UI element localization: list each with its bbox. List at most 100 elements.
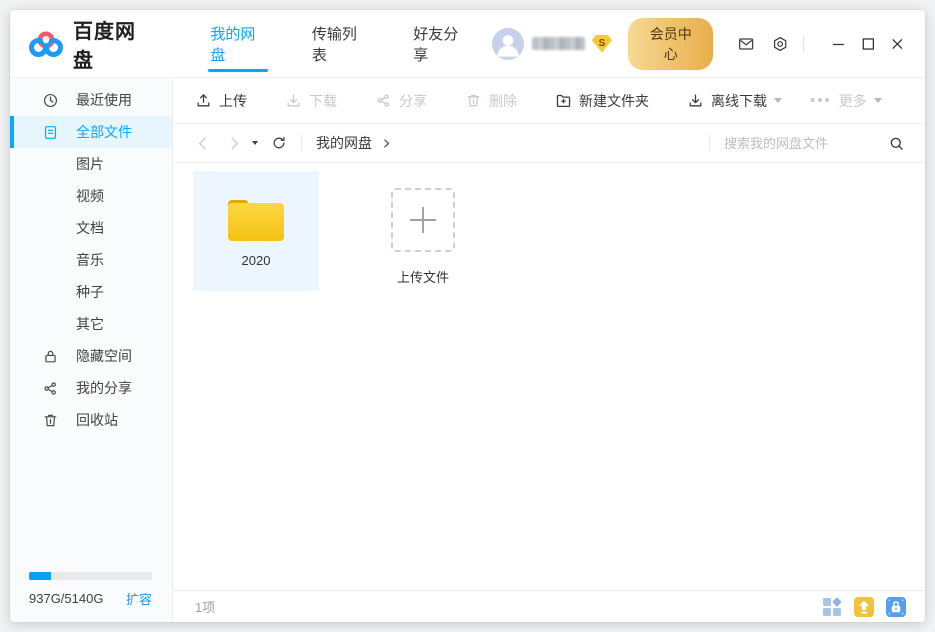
sidebar-item-label: 最近使用 <box>76 90 132 110</box>
trash-icon <box>465 92 482 109</box>
close-button[interactable] <box>890 36 905 52</box>
statusbar-icons <box>811 596 907 618</box>
search-input[interactable] <box>724 136 874 151</box>
tab-label: 传输列表 <box>312 23 367 65</box>
sidebar-item-hidden-space[interactable]: 隐藏空间 <box>10 340 172 372</box>
folder-name: 2020 <box>242 253 271 268</box>
lock-icon <box>42 348 59 365</box>
new-folder-icon <box>555 92 572 109</box>
download-button[interactable]: 下载 <box>285 91 337 111</box>
header-right: S 会员中心 <box>492 18 905 70</box>
toolbar-label: 下载 <box>309 91 337 111</box>
sidebar-item-label: 全部文件 <box>76 122 132 142</box>
sidebar-item-recent[interactable]: 最近使用 <box>10 84 172 116</box>
sidebar: 最近使用 全部文件 图片 视频 文档 音乐 种子 <box>10 78 173 622</box>
file-list-icon <box>42 124 59 141</box>
tab-friend-share[interactable]: 好友分享 <box>413 10 468 77</box>
breadcrumb-chevron-icon <box>381 138 392 149</box>
chevron-down-icon <box>774 98 782 103</box>
back-arrow-icon[interactable] <box>195 136 210 151</box>
upload-tile-label: 上传文件 <box>397 267 449 286</box>
storage-progress-fill <box>29 572 51 580</box>
more-button[interactable]: ••• 更多 <box>810 91 882 111</box>
toolbar-label: 新建文件夹 <box>579 91 649 111</box>
username-blurred <box>532 37 585 50</box>
sidebar-item-label: 视频 <box>76 186 104 206</box>
toolbar-label: 上传 <box>219 91 247 111</box>
header: 百度网盘 我的网盘 传输列表 好友分享 S <box>10 10 925 78</box>
svip-badge-letter: S <box>599 38 606 49</box>
sidebar-item-others[interactable]: 其它 <box>10 308 172 340</box>
plus-icon <box>407 204 439 236</box>
sidebar-item-label: 其它 <box>76 314 104 334</box>
sidebar-item-label: 文档 <box>76 218 104 238</box>
share-icon <box>42 380 59 397</box>
sidebar-item-label: 音乐 <box>76 250 104 270</box>
svip-badge-icon[interactable]: S <box>592 35 612 53</box>
delete-button[interactable]: 删除 <box>465 91 517 111</box>
expand-storage-link[interactable]: 扩容 <box>126 589 152 608</box>
sidebar-item-label: 隐藏空间 <box>76 346 132 366</box>
sidebar-item-videos[interactable]: 视频 <box>10 180 172 212</box>
header-separator <box>803 36 804 52</box>
toolbar-label: 分享 <box>399 91 427 111</box>
forward-arrow-icon[interactable] <box>227 136 242 151</box>
storage-usage-text: 937G/5140G <box>29 591 103 606</box>
sidebar-item-label: 回收站 <box>76 410 118 430</box>
avatar[interactable] <box>492 28 524 60</box>
mail-icon[interactable] <box>737 34 755 54</box>
new-folder-button[interactable]: 新建文件夹 <box>555 91 649 111</box>
quick-upload-icon[interactable] <box>853 596 875 618</box>
sidebar-item-music[interactable]: 音乐 <box>10 244 172 276</box>
sidebar-item-label: 图片 <box>76 154 104 174</box>
share-button[interactable]: 分享 <box>375 91 427 111</box>
maximize-button[interactable] <box>861 36 876 52</box>
separator <box>301 135 302 151</box>
searchbox <box>695 135 905 152</box>
tab-my-drive[interactable]: 我的网盘 <box>210 10 265 77</box>
storage-progress-track <box>29 572 152 580</box>
vip-center-button[interactable]: 会员中心 <box>628 18 713 70</box>
sidebar-item-documents[interactable]: 文档 <box>10 212 172 244</box>
toolbar-label: 更多 <box>839 91 867 111</box>
clock-icon <box>42 92 59 109</box>
toolbar: 上传 下载 分享 <box>173 78 925 124</box>
tab-label: 我的网盘 <box>210 23 265 65</box>
tab-transfer-list[interactable]: 传输列表 <box>312 10 367 77</box>
sidebar-item-my-shares[interactable]: 我的分享 <box>10 372 172 404</box>
history-dropdown-icon[interactable] <box>252 141 258 145</box>
main-panel: 上传 下载 分享 <box>173 78 925 622</box>
sidebar-item-pictures[interactable]: 图片 <box>10 148 172 180</box>
offline-download-icon <box>687 92 704 109</box>
download-icon <box>285 92 302 109</box>
more-dots-icon: ••• <box>810 96 832 106</box>
statusbar: 1项 <box>173 590 925 622</box>
item-count: 1项 <box>195 597 215 616</box>
offline-download-button[interactable]: 离线下载 <box>687 91 782 111</box>
hidden-space-lock-icon[interactable] <box>885 596 907 618</box>
folder-item-2020[interactable]: 2020 <box>193 171 319 291</box>
toolbar-label: 删除 <box>489 91 517 111</box>
settings-gear-icon[interactable] <box>771 34 789 54</box>
upload-file-tile[interactable]: 上传文件 <box>360 171 486 291</box>
breadcrumb-root[interactable]: 我的网盘 <box>316 133 372 153</box>
refresh-icon[interactable] <box>271 135 287 151</box>
app-title: 百度网盘 <box>73 15 153 73</box>
sidebar-item-all-files[interactable]: 全部文件 <box>10 116 172 148</box>
upload-dropzone <box>391 188 455 252</box>
share-icon <box>375 92 392 109</box>
chevron-down-icon <box>874 98 882 103</box>
apps-grid-icon[interactable] <box>821 596 843 618</box>
main-tabs: 我的网盘 传输列表 好友分享 <box>187 10 491 77</box>
baidu-netdisk-logo-icon <box>28 30 64 58</box>
active-tab-underline <box>208 69 267 72</box>
minimize-button[interactable] <box>831 36 846 52</box>
folder-icon <box>225 194 287 244</box>
sidebar-item-recycle-bin[interactable]: 回收站 <box>10 404 172 436</box>
toolbar-label: 离线下载 <box>711 91 767 111</box>
search-icon[interactable] <box>888 135 905 152</box>
upload-icon <box>195 92 212 109</box>
upload-button[interactable]: 上传 <box>195 91 247 111</box>
file-grid: 2020 上传文件 <box>173 163 925 590</box>
sidebar-item-torrents[interactable]: 种子 <box>10 276 172 308</box>
